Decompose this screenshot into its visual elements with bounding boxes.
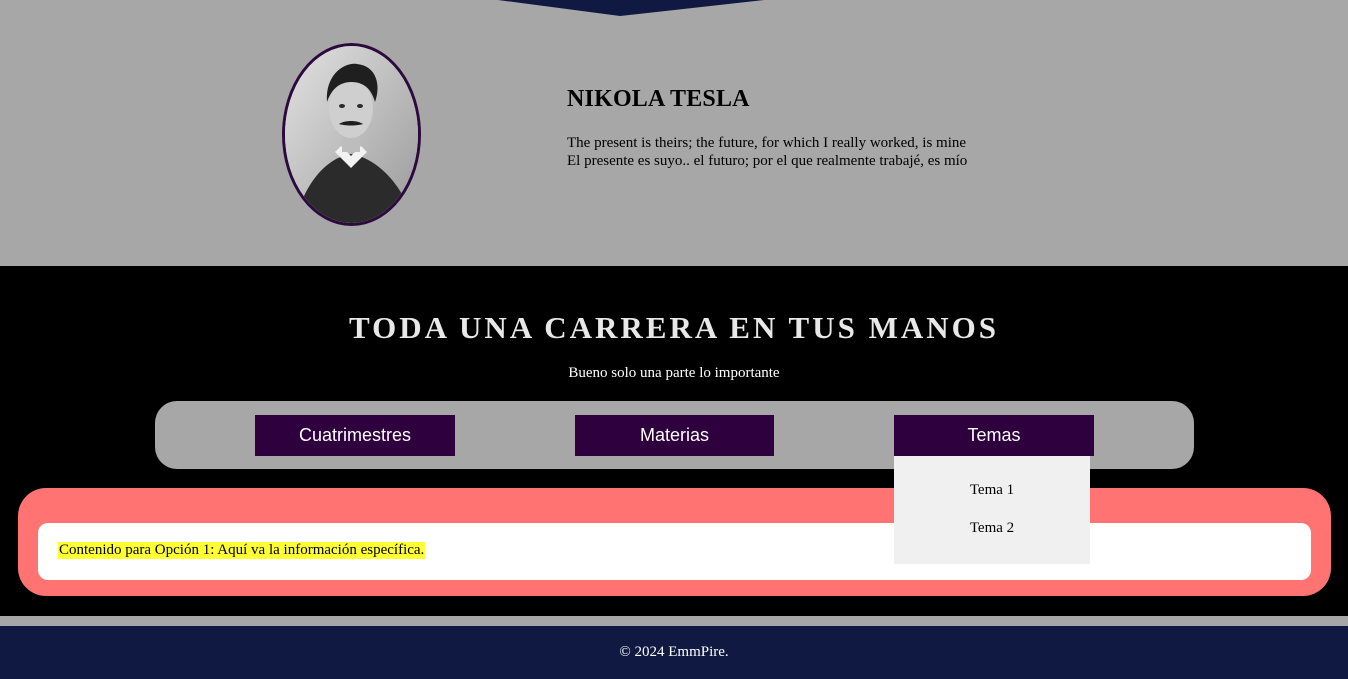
nav-button-temas[interactable]: Temas	[894, 415, 1094, 456]
footer: © 2024 EmmPire.	[0, 626, 1348, 679]
footer-copyright: © 2024 EmmPire.	[619, 644, 729, 660]
content-panel: Contenido para Opción 1: Aquí va la info…	[18, 488, 1331, 596]
hero-name: NIKOLA TESLA	[567, 86, 750, 112]
portrait-image	[282, 43, 421, 226]
top-banner-shape	[498, 0, 764, 16]
page-subtitle: Bueno solo una parte lo importante	[568, 365, 780, 381]
nav-button-cuatrimestres[interactable]: Cuatrimestres	[255, 415, 455, 456]
quote-english: The present is theirs; the future, for w…	[567, 135, 967, 151]
nav-button-materias[interactable]: Materias	[575, 415, 774, 456]
dropdown-item-tema-1[interactable]: Tema 1	[894, 482, 1090, 499]
page-title: TODA UNA CARRERA EN TUS MANOS	[349, 310, 999, 345]
quote-spanish: El presente es suyo.. el futuro; por el …	[567, 153, 968, 169]
main-section: TODA UNA CARRERA EN TUS MANOS Bueno solo…	[0, 266, 1348, 616]
hero-section: NIKOLA TESLA The present is theirs; the …	[0, 0, 1348, 266]
dropdown-item-tema-2[interactable]: Tema 2	[894, 520, 1090, 537]
footer-divider	[0, 616, 1348, 626]
temas-dropdown-menu: Tema 1 Tema 2	[894, 456, 1090, 564]
hero-quote: The present is theirs; the future, for w…	[567, 134, 967, 170]
content-box: Contenido para Opción 1: Aquí va la info…	[38, 523, 1311, 580]
content-text: Contenido para Opción 1: Aquí va la info…	[58, 542, 426, 559]
